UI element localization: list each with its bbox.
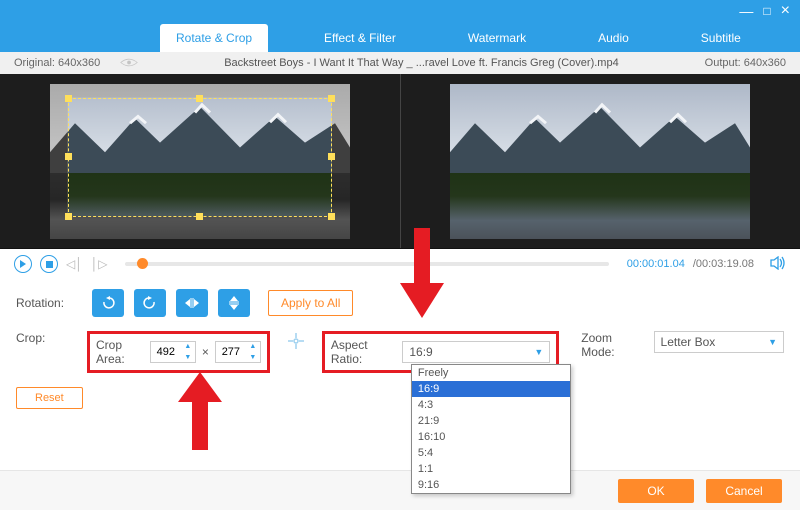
aspect-option[interactable]: 21:9: [412, 413, 570, 429]
footer: OK Cancel: [0, 470, 800, 510]
tab-audio[interactable]: Audio: [582, 24, 645, 52]
original-size-label: Original: 640x360: [14, 57, 100, 69]
tab-rotate-crop[interactable]: Rotate & Crop: [160, 24, 268, 52]
crop-handle[interactable]: [328, 95, 335, 102]
tab-subtitle[interactable]: Subtitle: [685, 24, 757, 52]
time-total: /00:03:19.08: [693, 258, 754, 270]
chevron-down-icon: ▼: [768, 337, 777, 347]
maximize-button[interactable]: □: [763, 4, 770, 18]
close-button[interactable]: ×: [781, 2, 790, 20]
crop-row: Crop: Crop Area: ▲▼ × ▲▼ Aspect Ratio: 1…: [16, 331, 784, 373]
preview-original[interactable]: [0, 74, 401, 248]
zoom-label: Zoom Mode:: [581, 331, 643, 359]
crop-area-group: Crop Area: ▲▼ × ▲▼: [87, 331, 270, 373]
aspect-value: 16:9: [409, 345, 432, 359]
aspect-option[interactable]: 9:16: [412, 477, 570, 493]
rotate-left-button[interactable]: [92, 289, 124, 317]
crop-handle[interactable]: [65, 95, 72, 102]
output-canvas: [450, 84, 750, 239]
tab-effect-filter[interactable]: Effect & Filter: [308, 24, 412, 52]
crop-handle[interactable]: [196, 213, 203, 220]
width-down[interactable]: ▼: [181, 352, 195, 363]
height-up[interactable]: ▲: [246, 341, 260, 352]
rotation-label: Rotation:: [16, 296, 82, 310]
preview-area: [0, 74, 800, 249]
aspect-dropdown[interactable]: Freely 16:9 4:3 21:9 16:10 5:4 1:1 9:16: [411, 364, 571, 494]
zoom-mode-select[interactable]: Letter Box ▼: [654, 331, 784, 353]
play-button[interactable]: [14, 255, 32, 273]
seek-bar[interactable]: [125, 262, 608, 266]
center-crop-icon[interactable]: [286, 331, 306, 356]
crop-height-field[interactable]: ▲▼: [215, 341, 261, 363]
aspect-option[interactable]: 16:10: [412, 429, 570, 445]
ok-button[interactable]: OK: [618, 479, 694, 503]
aspect-option[interactable]: 4:3: [412, 397, 570, 413]
crop-handle[interactable]: [65, 213, 72, 220]
aspect-option[interactable]: Freely: [412, 365, 570, 381]
crop-height-input[interactable]: [216, 346, 246, 358]
aspect-option[interactable]: 1:1: [412, 461, 570, 477]
next-frame-button[interactable]: │▷: [91, 257, 108, 271]
reset-button[interactable]: Reset: [16, 387, 83, 409]
output-size-label: Output: 640x360: [705, 57, 786, 69]
aspect-ratio-group: Aspect Ratio: 16:9 ▼ Freely 16:9 4:3 21:…: [322, 331, 559, 373]
flip-vertical-button[interactable]: [218, 289, 250, 317]
crop-handle[interactable]: [328, 213, 335, 220]
crop-width-field[interactable]: ▲▼: [150, 341, 196, 363]
seek-knob[interactable]: [137, 258, 148, 269]
flip-horizontal-button[interactable]: [176, 289, 208, 317]
chevron-down-icon: ▼: [534, 347, 543, 357]
minimize-button[interactable]: —: [739, 3, 753, 19]
time-current: 00:00:01.04: [627, 258, 685, 270]
preview-eye-icon[interactable]: [120, 58, 138, 68]
apply-to-all-button[interactable]: Apply to All: [268, 290, 353, 316]
cancel-button[interactable]: Cancel: [706, 479, 782, 503]
stop-button[interactable]: [40, 255, 58, 273]
original-canvas: [50, 84, 350, 239]
crop-x-separator: ×: [202, 345, 209, 359]
zoom-value: Letter Box: [661, 335, 716, 349]
crop-handle[interactable]: [196, 95, 203, 102]
file-name: Backstreet Boys - I Want It That Way _ .…: [138, 57, 704, 69]
titlebar: — □ ×: [0, 0, 800, 22]
crop-area-label: Crop Area:: [96, 338, 144, 366]
tab-bar: Rotate & Crop Effect & Filter Watermark …: [0, 22, 800, 52]
crop-handle[interactable]: [65, 153, 72, 160]
annotation-arrow-up: [178, 372, 222, 450]
prev-frame-button[interactable]: ◁│: [66, 257, 83, 271]
crop-handle[interactable]: [328, 153, 335, 160]
tab-watermark[interactable]: Watermark: [452, 24, 542, 52]
reset-row: Reset: [16, 387, 784, 409]
width-up[interactable]: ▲: [181, 341, 195, 352]
info-bar: Original: 640x360 Backstreet Boys - I Wa…: [0, 52, 800, 74]
crop-width-input[interactable]: [151, 346, 181, 358]
volume-icon[interactable]: [770, 256, 786, 273]
aspect-option[interactable]: 16:9: [412, 381, 570, 397]
crop-label: Crop:: [16, 331, 77, 345]
aspect-option[interactable]: 5:4: [412, 445, 570, 461]
crop-box[interactable]: [68, 98, 332, 217]
rotate-right-button[interactable]: [134, 289, 166, 317]
preview-output: [401, 74, 800, 248]
aspect-ratio-select[interactable]: 16:9 ▼: [402, 341, 550, 363]
height-down[interactable]: ▼: [246, 352, 260, 363]
aspect-label: Aspect Ratio:: [331, 338, 396, 366]
annotation-arrow-down: [400, 228, 444, 318]
